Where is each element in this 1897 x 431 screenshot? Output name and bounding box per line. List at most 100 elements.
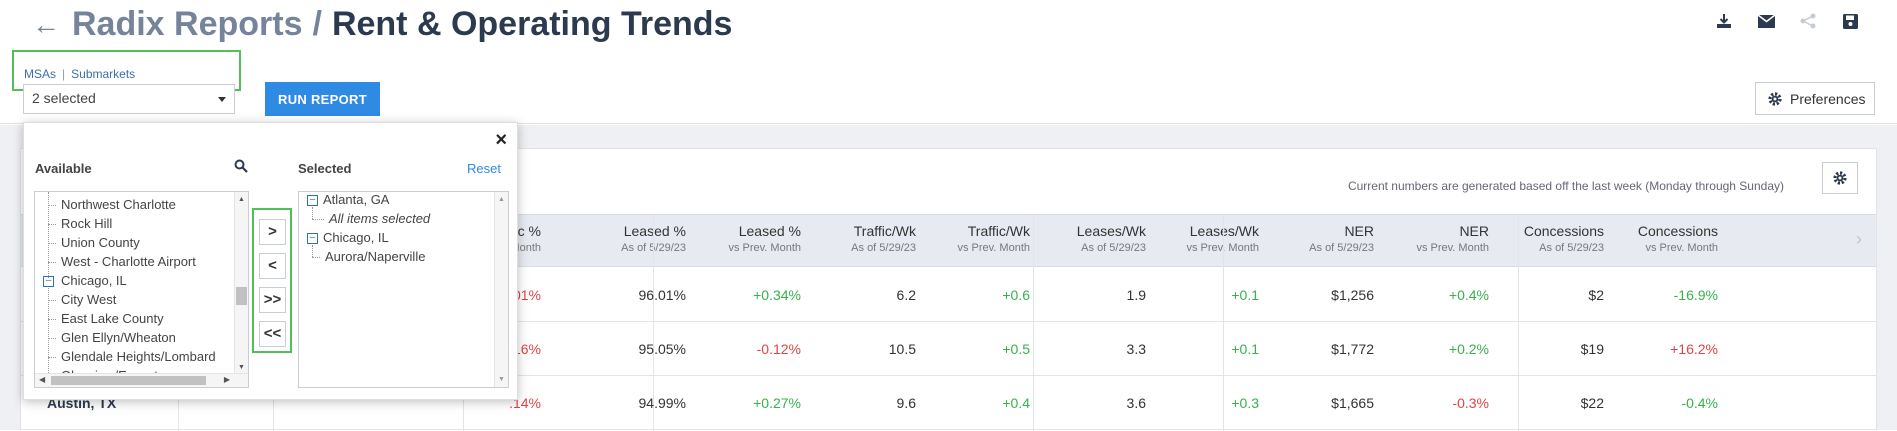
col-concessions[interactable]: Concessions As of 5/29/23 (1524, 223, 1604, 254)
transfer-buttons-highlight: > < >> << (252, 208, 292, 353)
cell-traffic-vs: +0.5 (1002, 341, 1030, 357)
list-item[interactable]: West - Charlotte Airport (61, 254, 196, 269)
cell-ner: $1,665 (1331, 395, 1374, 411)
cell-traffic: 9.6 (896, 395, 916, 411)
cell-concessions: $22 (1580, 395, 1604, 411)
list-item[interactable]: Rock Hill (61, 216, 112, 231)
collapse-icon[interactable]: – (307, 195, 318, 206)
market-select[interactable]: 2 selected (23, 84, 235, 114)
market-select-value: 2 selected (32, 90, 96, 106)
scroll-right-icon[interactable]: ▶ (224, 375, 230, 384)
table-settings-button[interactable] (1822, 162, 1858, 194)
preferences-button[interactable]: Preferences (1755, 82, 1875, 115)
close-icon[interactable]: × (495, 129, 507, 152)
week-note: Current numbers are generated based off … (1347, 179, 1784, 193)
list-item[interactable]: Glendale Heights/Lombard (61, 349, 216, 364)
list-item[interactable]: Northwest Charlotte (61, 197, 176, 212)
cell-traffic: 10.5 (888, 341, 916, 357)
scroll-up-icon[interactable]: ▲ (498, 196, 505, 203)
geo-level-toggle: MSAs | Submarkets (24, 67, 136, 81)
list-item[interactable]: Union County (61, 235, 140, 250)
cell-leases-vs: +0.1 (1231, 287, 1259, 303)
list-item[interactable]: Aurora/Naperville (325, 249, 425, 264)
submarkets-toggle[interactable]: Submarkets (71, 67, 135, 81)
available-vscrollbar[interactable]: ▲ ▼ (234, 192, 248, 375)
cell-ner-vs: +0.4% (1448, 287, 1489, 303)
list-item[interactable]: City West (61, 292, 116, 307)
available-list[interactable]: Northwest Charlotte Rock Hill Union Coun… (34, 191, 249, 388)
cell-leases-vs: +0.3 (1231, 395, 1259, 411)
collapse-icon[interactable]: – (43, 276, 54, 287)
list-item[interactable]: Glen Ellyn/Wheaton (61, 330, 176, 345)
list-group[interactable]: Chicago, IL (61, 273, 127, 288)
download-icon[interactable] (1713, 10, 1735, 32)
cell-traffic: 6.2 (896, 287, 916, 303)
col-leased-vs[interactable]: Leased % vs Prev. Month (728, 223, 801, 254)
cell-leased: 96.01% (638, 287, 686, 303)
selected-list[interactable]: – Atlanta, GA All items selected – Chica… (298, 191, 509, 388)
col-leases[interactable]: Leases/Wk As of 5/29/23 (1077, 223, 1146, 254)
selected-vscrollbar[interactable]: ▲ ▼ (494, 192, 508, 387)
market-picker-popup: × Available Selected Reset Northwest Cha… (23, 122, 518, 400)
cell-leased: 95.05% (638, 341, 686, 357)
cell-leased-vs: -0.12% (756, 341, 801, 357)
scroll-down-icon[interactable]: ▼ (238, 364, 245, 371)
gear-icon (1833, 171, 1847, 185)
cell-leases: 3.6 (1126, 395, 1146, 411)
available-label: Available (35, 161, 92, 176)
mail-icon[interactable] (1755, 10, 1777, 32)
move-all-right-button[interactable]: >> (259, 287, 286, 313)
scroll-up-icon[interactable]: ▲ (238, 196, 245, 203)
scroll-down-icon[interactable]: ▼ (498, 376, 505, 383)
move-all-left-button[interactable]: << (259, 321, 286, 347)
scroll-left-icon[interactable]: ◀ (39, 375, 45, 384)
back-arrow-icon[interactable]: ← (32, 10, 60, 40)
gear-icon (1768, 91, 1782, 106)
report-name: Rent & Operating Trends (331, 5, 733, 43)
cell-leases: 1.9 (1126, 287, 1146, 303)
cell-concessions-vs: -16.9% (1673, 287, 1718, 303)
col-ner[interactable]: NER As of 5/29/23 (1309, 223, 1374, 254)
col-traffic-vs[interactable]: Traffic/Wk vs Prev. Month (957, 223, 1030, 254)
collapse-icon[interactable]: – (307, 233, 318, 244)
move-left-button[interactable]: < (259, 253, 286, 279)
available-hscrollbar[interactable]: ◀ ▶ (35, 373, 248, 387)
msas-toggle[interactable]: MSAs (24, 67, 56, 81)
cell-ner: $1,772 (1331, 341, 1374, 357)
page-header: ← Radix Reports / Rent & Operating Trends … (0, 0, 1897, 124)
cell-leased-vs: +0.27% (753, 395, 801, 411)
cell-leases-vs: +0.1 (1231, 341, 1259, 357)
cell-concessions: $2 (1588, 287, 1604, 303)
cell-concessions: $19 (1580, 341, 1604, 357)
cell-concessions-vs: +16.2% (1670, 341, 1718, 357)
selected-label: Selected (298, 161, 352, 176)
report-category-link[interactable]: Radix Reports (72, 5, 303, 43)
list-group[interactable]: Atlanta, GA (323, 192, 389, 207)
col-traffic[interactable]: Traffic/Wk As of 5/29/23 (851, 223, 916, 254)
list-group[interactable]: Chicago, IL (323, 230, 389, 245)
cell-leases: 3.3 (1126, 341, 1146, 357)
cell-concessions-vs: -0.4% (1681, 395, 1718, 411)
cell-ner: $1,256 (1331, 287, 1374, 303)
move-right-button[interactable]: > (259, 219, 286, 245)
save-icon[interactable] (1839, 10, 1861, 32)
toolbar (1713, 10, 1861, 32)
scroll-thumb[interactable] (51, 376, 206, 385)
chevron-right-icon[interactable]: › (1856, 229, 1862, 250)
page-title: Radix Reports / Rent & Operating Trends (72, 5, 733, 43)
list-item[interactable]: East Lake County (61, 311, 164, 326)
run-report-button[interactable]: RUN REPORT (265, 82, 380, 116)
col-concessions-vs[interactable]: Concessions vs Prev. Month (1638, 223, 1718, 254)
search-icon[interactable] (234, 159, 248, 178)
col-ner-vs[interactable]: NER vs Prev. Month (1416, 223, 1489, 254)
cell-ner-vs: -0.3% (1452, 395, 1489, 411)
cell-traffic-vs: +0.4 (1002, 395, 1030, 411)
cell-leased-vs: +0.34% (753, 287, 801, 303)
scroll-thumb[interactable] (236, 287, 247, 305)
all-selected-note: All items selected (329, 211, 431, 226)
share-icon[interactable] (1797, 10, 1819, 32)
cell-traffic-vs: +0.6 (1002, 287, 1030, 303)
preferences-label: Preferences (1790, 90, 1866, 107)
cell-leased: 94.99% (638, 395, 686, 411)
reset-link[interactable]: Reset (467, 161, 501, 176)
